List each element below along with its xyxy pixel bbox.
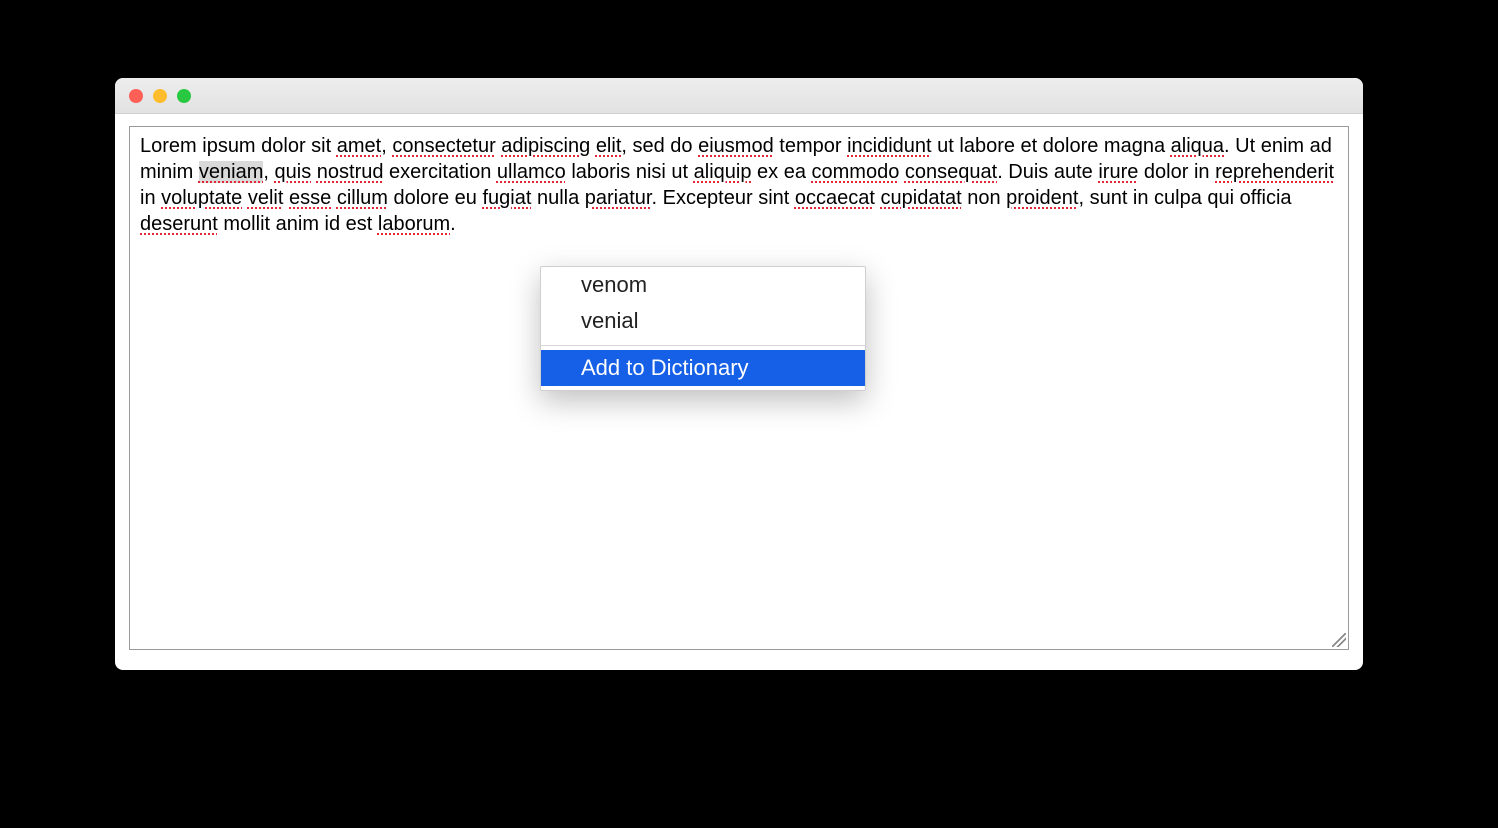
misspelled-word[interactable]: veniam [199,161,263,183]
window-titlebar [115,78,1363,114]
text-span[interactable]: , [263,161,274,183]
misspelled-word[interactable]: consequat [905,161,997,183]
misspelled-word[interactable]: aliqua [1171,135,1224,157]
misspelled-word[interactable]: occaecat [795,187,875,209]
misspelled-word[interactable]: laborum [378,213,450,235]
misspelled-word[interactable]: deserunt [140,213,218,235]
text-span[interactable]: ex ea [751,161,811,183]
misspelled-word[interactable]: aliquip [694,161,752,183]
misspelled-word[interactable]: velit [248,187,284,209]
resize-handle[interactable] [1332,633,1346,647]
close-window-button[interactable] [129,89,143,103]
misspelled-word[interactable]: eiusmod [698,135,774,157]
misspelled-word[interactable]: esse [289,187,331,209]
text-span[interactable]: mollit anim id est [218,213,378,235]
text-span[interactable]: ut labore et dolore magna [932,135,1171,157]
text-span[interactable]: Lorem ipsum dolor sit [140,135,337,157]
misspelled-word[interactable]: irure [1098,161,1138,183]
text-span[interactable]: . Duis aute [997,161,1098,183]
misspelled-word[interactable]: cillum [337,187,388,209]
app-window: Lorem ipsum dolor sit amet, consectetur … [115,78,1363,670]
menu-separator [541,345,865,346]
misspelled-word[interactable]: incididunt [847,135,932,157]
misspelled-word[interactable]: fugiat [482,187,531,209]
misspelled-word[interactable]: ullamco [497,161,566,183]
misspelled-word[interactable]: cupidatat [881,187,962,209]
misspelled-word[interactable]: pariatur [585,187,652,209]
misspelled-word[interactable]: adipiscing [501,135,590,157]
text-span[interactable]: tempor [774,135,847,157]
text-span[interactable]: dolor in [1138,161,1215,183]
misspelled-word[interactable]: reprehenderit [1215,161,1334,183]
text-span[interactable]: , [381,135,392,157]
misspelled-word[interactable]: consectetur [392,135,495,157]
text-span[interactable]: , sed do [621,135,698,157]
text-span[interactable]: laboris nisi ut [566,161,694,183]
misspelled-word[interactable]: proident [1006,187,1078,209]
text-span[interactable]: in [140,187,161,209]
misspelled-word[interactable]: amet [337,135,381,157]
misspelled-word[interactable]: voluptate [161,187,242,209]
text-span[interactable]: dolore eu [388,187,483,209]
misspelled-word[interactable]: nostrud [317,161,384,183]
text-span[interactable]: , sunt in culpa qui officia [1078,187,1291,209]
minimize-window-button[interactable] [153,89,167,103]
misspelled-word[interactable]: commodo [812,161,900,183]
text-span[interactable]: nulla [531,187,584,209]
misspelled-word[interactable]: elit [596,135,622,157]
suggestion-item[interactable]: venom [541,267,865,303]
misspelled-word[interactable]: quis [275,161,312,183]
suggestion-item[interactable]: venial [541,303,865,339]
text-span[interactable]: non [962,187,1006,209]
spellcheck-context-menu: venom venial Add to Dictionary [540,266,866,391]
maximize-window-button[interactable] [177,89,191,103]
add-to-dictionary-item[interactable]: Add to Dictionary [541,350,865,386]
text-span[interactable]: . [450,213,456,235]
text-span[interactable]: . Excepteur sint [651,187,794,209]
text-span[interactable]: exercitation [383,161,496,183]
